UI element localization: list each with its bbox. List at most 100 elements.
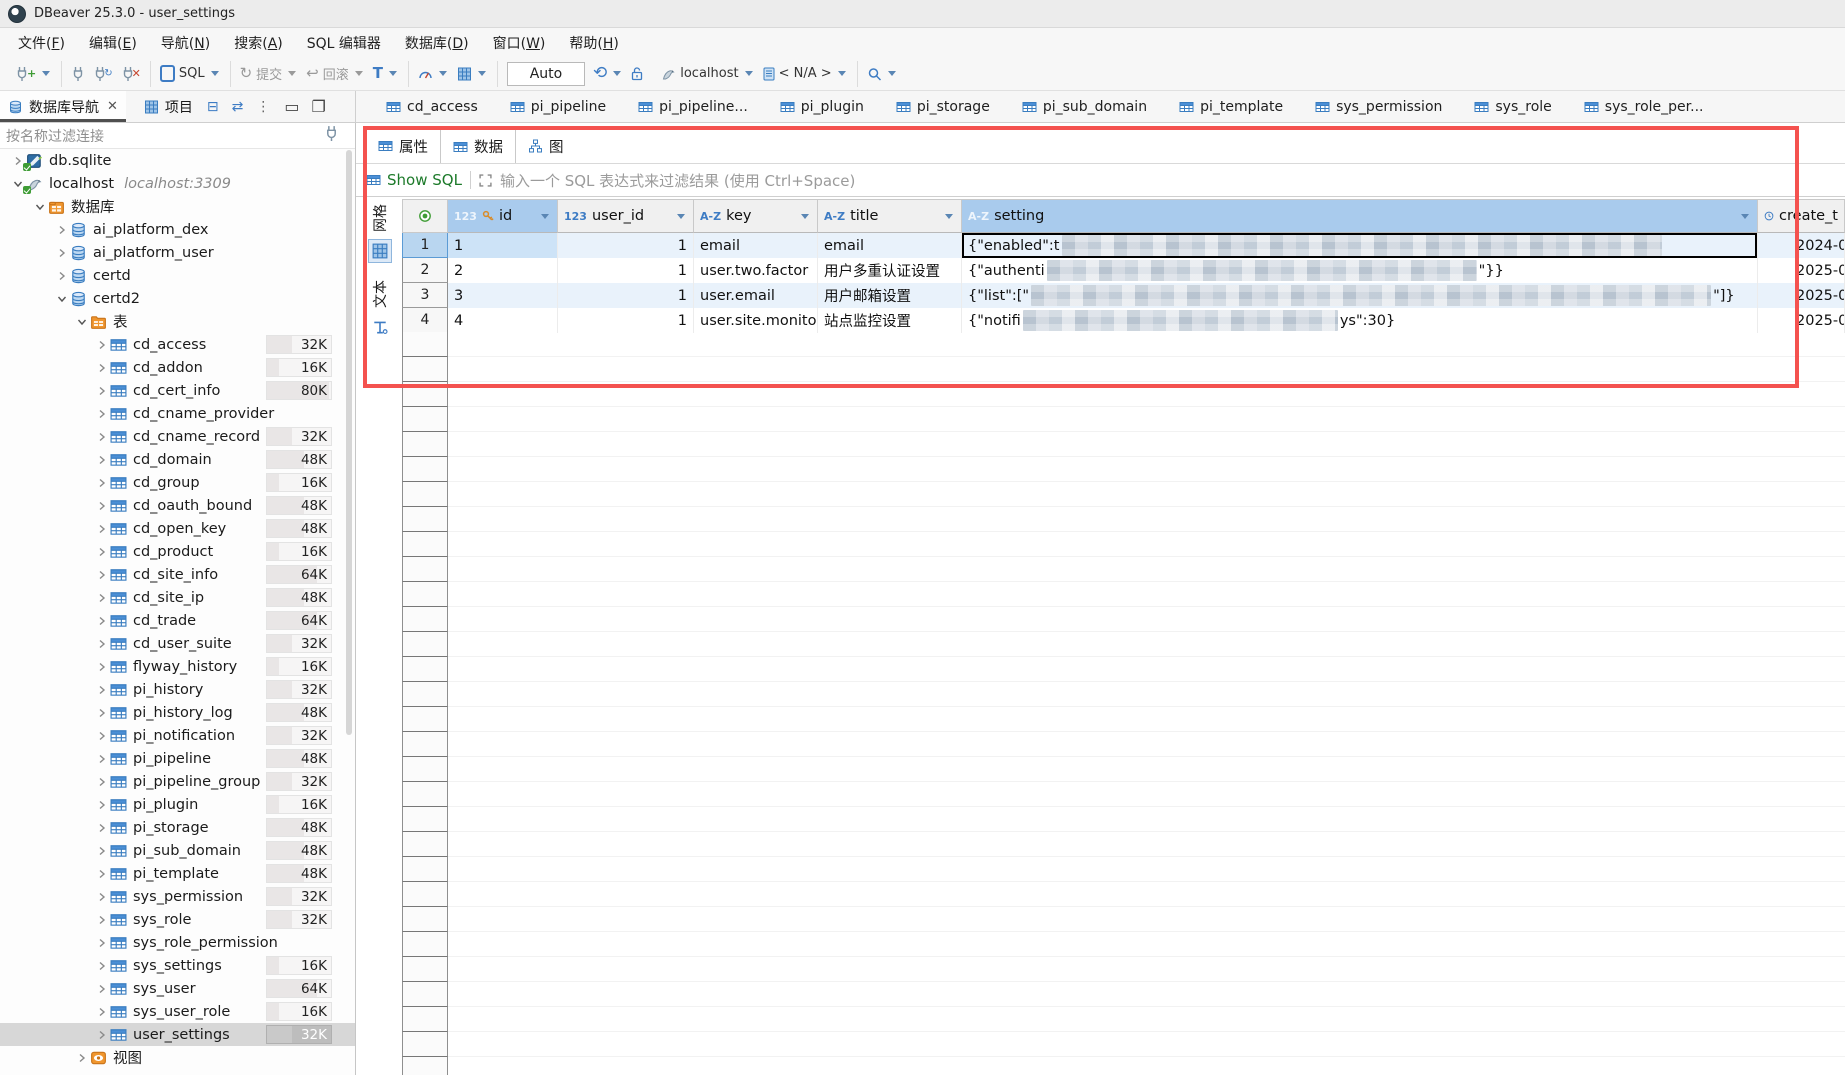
tree-item-cd_user_suite[interactable]: cd_user_suite32K bbox=[0, 632, 356, 655]
tree-item-flyway_history[interactable]: flyway_history16K bbox=[0, 655, 356, 678]
grid-cell[interactable]: 3 bbox=[448, 283, 558, 308]
editor-tab-sys_permission[interactable]: sys_permission bbox=[1299, 91, 1458, 122]
collapse-all-icon[interactable]: ⊟ bbox=[207, 99, 219, 115]
grid-cell-create-time[interactable]: 2025-04- bbox=[1758, 258, 1845, 283]
tree-item-user_settings[interactable]: user_settings32K bbox=[0, 1023, 356, 1046]
tree-expand-icon[interactable] bbox=[74, 1053, 90, 1063]
tree-expand-icon[interactable] bbox=[94, 639, 110, 649]
tree-item-sys_permission[interactable]: sys_permission32K bbox=[0, 885, 356, 908]
presentation-tab-文本[interactable]: 文本 bbox=[368, 277, 392, 339]
grid-cell-setting[interactable]: {"notifiys":30} bbox=[962, 308, 1758, 333]
grid-cell-setting[interactable]: {"enabled":t bbox=[962, 233, 1758, 258]
tree-item-表[interactable]: 表 bbox=[0, 310, 356, 333]
tree-item-pi_pipeline[interactable]: pi_pipeline48K bbox=[0, 747, 356, 770]
tree-expand-icon[interactable] bbox=[94, 823, 110, 833]
schema-selector[interactable]: < N/A > bbox=[759, 63, 852, 84]
column-header-key[interactable]: A-Zkey bbox=[694, 199, 818, 233]
sql-editor-button[interactable]: SQL bbox=[156, 62, 225, 85]
tree-collapse-icon[interactable] bbox=[74, 317, 90, 327]
tree-item-cd_cname_record[interactable]: cd_cname_record32K bbox=[0, 425, 356, 448]
connect-button[interactable] bbox=[67, 63, 89, 85]
tree-expand-icon[interactable] bbox=[94, 961, 110, 971]
tree-item-cd_domain[interactable]: cd_domain48K bbox=[0, 448, 356, 471]
chevron-down-icon[interactable] bbox=[42, 71, 50, 76]
sql-filter-input[interactable]: 输入一个 SQL 表达式来过滤结果 (使用 Ctrl+Space) bbox=[500, 170, 855, 191]
chevron-down-icon[interactable] bbox=[888, 71, 896, 76]
menu-item-A[interactable]: 搜索(A) bbox=[222, 29, 295, 57]
tree-item-cd_open_key[interactable]: cd_open_key48K bbox=[0, 517, 356, 540]
tree-item-certd[interactable]: certd bbox=[0, 264, 356, 287]
tree-expand-icon[interactable] bbox=[94, 984, 110, 994]
tree-item-pi_notification[interactable]: pi_notification32K bbox=[0, 724, 356, 747]
result-tab-数据[interactable]: 数据 bbox=[440, 129, 516, 163]
lock-button[interactable] bbox=[627, 63, 647, 84]
search-button[interactable] bbox=[863, 64, 902, 84]
filter-dropdown-icon[interactable] bbox=[541, 214, 549, 219]
link-with-editor-icon[interactable]: ⇄ bbox=[232, 99, 244, 115]
editor-tab-pi_template[interactable]: pi_template bbox=[1163, 91, 1299, 122]
grid-cell[interactable]: 站点监控设置 bbox=[818, 308, 962, 333]
tree-item-pi_history[interactable]: pi_history32K bbox=[0, 678, 356, 701]
tree-expand-icon[interactable] bbox=[94, 432, 110, 442]
tree-expand-icon[interactable] bbox=[94, 524, 110, 534]
new-connection-button[interactable]: + bbox=[11, 63, 56, 85]
tree-expand-icon[interactable] bbox=[94, 386, 110, 396]
tree-item-ai_platform_dex[interactable]: ai_platform_dex bbox=[0, 218, 356, 241]
tree-expand-icon[interactable] bbox=[94, 662, 110, 672]
chevron-down-icon[interactable] bbox=[745, 71, 753, 76]
column-header-title[interactable]: A-Ztitle bbox=[818, 199, 962, 233]
tree-item-ai_platform_user[interactable]: ai_platform_user bbox=[0, 241, 356, 264]
tree-item-partial[interactable] bbox=[0, 1069, 356, 1075]
menu-item-D[interactable]: 数据库(D) bbox=[393, 29, 481, 57]
menu-item-SQL[interactable]: SQL 编辑器 bbox=[295, 29, 393, 57]
tree-expand-icon[interactable] bbox=[94, 892, 110, 902]
editor-tab-sys_role[interactable]: sys_role bbox=[1458, 91, 1567, 122]
output-panel-button[interactable] bbox=[453, 64, 492, 84]
tree-expand-icon[interactable] bbox=[94, 501, 110, 511]
tree-item-pi_storage[interactable]: pi_storage48K bbox=[0, 816, 356, 839]
grid-cell[interactable]: 4 bbox=[448, 308, 558, 333]
tree-item-cd_group[interactable]: cd_group16K bbox=[0, 471, 356, 494]
tree-expand-icon[interactable] bbox=[94, 754, 110, 764]
menu-item-H[interactable]: 帮助(H) bbox=[557, 29, 630, 57]
tree-item-db.sqlite[interactable]: db.sqlite bbox=[0, 149, 356, 172]
editor-tab-cd_access[interactable]: cd_access bbox=[370, 91, 494, 122]
editor-tab-sys_role_per[interactable]: sys_role_per... bbox=[1568, 91, 1720, 122]
tree-item-sys_settings[interactable]: sys_settings16K bbox=[0, 954, 356, 977]
grid-cell[interactable]: 1 bbox=[558, 258, 694, 283]
chevron-down-icon[interactable] bbox=[389, 71, 397, 76]
tree-expand-icon[interactable] bbox=[94, 340, 110, 350]
refresh-button[interactable]: ⟲ bbox=[589, 62, 627, 85]
minimize-view-icon[interactable]: ▭ bbox=[284, 97, 299, 116]
tab-database-navigator[interactable]: 数据库导航 ✕ bbox=[0, 91, 126, 122]
filter-dropdown-icon[interactable] bbox=[945, 214, 953, 219]
tree-expand-icon[interactable] bbox=[94, 363, 110, 373]
tree-item-cd_addon[interactable]: cd_addon16K bbox=[0, 356, 356, 379]
tree-item-数据库[interactable]: 数据库 bbox=[0, 195, 356, 218]
tree-collapse-icon[interactable] bbox=[32, 202, 48, 212]
filter-dropdown-icon[interactable] bbox=[801, 214, 809, 219]
tree-collapse-icon[interactable] bbox=[54, 294, 70, 304]
tree-item-pi_sub_domain[interactable]: pi_sub_domain48K bbox=[0, 839, 356, 862]
quick-connect-icon[interactable] bbox=[324, 125, 339, 146]
tree-item-cd_trade[interactable]: cd_trade64K bbox=[0, 609, 356, 632]
grid-cell[interactable]: user.email bbox=[694, 283, 818, 308]
tree-item-sys_user_role[interactable]: sys_user_role16K bbox=[0, 1000, 356, 1023]
menu-item-W[interactable]: 窗口(W) bbox=[481, 29, 558, 57]
transaction-log-button[interactable]: T bbox=[369, 63, 403, 84]
grid-cell[interactable]: 1 bbox=[558, 308, 694, 333]
grid-cell[interactable]: email bbox=[818, 233, 962, 258]
tree-expand-icon[interactable] bbox=[94, 570, 110, 580]
grid-cell[interactable]: 2 bbox=[448, 258, 558, 283]
tree-item-sys_user[interactable]: sys_user64K bbox=[0, 977, 356, 1000]
editor-tab-pi_pipeline[interactable]: pi_pipeline... bbox=[622, 91, 764, 122]
tree-item-localhost[interactable]: localhostlocalhost:3309 bbox=[0, 172, 356, 195]
tree-item-pi_history_log[interactable]: pi_history_log48K bbox=[0, 701, 356, 724]
chevron-down-icon[interactable] bbox=[288, 71, 296, 76]
filter-dropdown-icon[interactable] bbox=[1741, 214, 1749, 219]
grid-cell-setting[interactable]: {"authenti"}} bbox=[962, 258, 1758, 283]
show-sql-button[interactable]: Show SQL bbox=[366, 171, 462, 189]
chevron-down-icon[interactable] bbox=[613, 71, 621, 76]
editor-tab-pi_storage[interactable]: pi_storage bbox=[880, 91, 1006, 122]
grid-cell[interactable]: email bbox=[694, 233, 818, 258]
